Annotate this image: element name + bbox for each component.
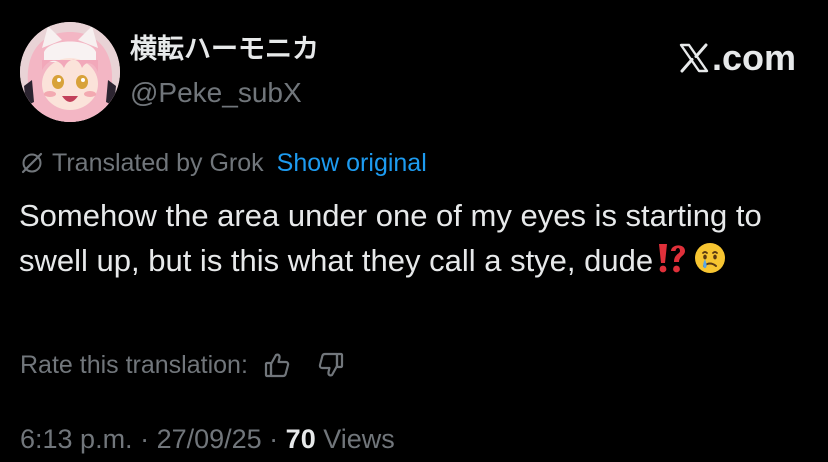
tweet-time[interactable]: 6:13 p.m.: [20, 424, 133, 454]
x-logo-icon: [679, 43, 709, 73]
grok-icon: [21, 152, 43, 174]
brand-watermark: .com: [678, 38, 796, 78]
exclamation-question-mark-icon: [653, 241, 687, 287]
rate-translation-bar: Rate this translation:: [20, 348, 346, 382]
meta-separator: ·: [132, 424, 157, 454]
views-label: Views: [315, 424, 395, 454]
show-original-link[interactable]: Show original: [277, 146, 427, 180]
author-handle[interactable]: @Peke_subX: [130, 76, 302, 110]
thumbs-down-icon: [318, 352, 344, 377]
thumbs-up-button[interactable]: [262, 350, 292, 380]
views-count[interactable]: 70: [286, 424, 316, 454]
face-holding-back-tears-icon: [693, 241, 727, 287]
translated-by-label: Translated by Grok: [52, 149, 264, 177]
avatar-illustration: [20, 22, 120, 122]
thumbs-down-button[interactable]: [316, 350, 346, 380]
translation-bar: Translated by Grok Show original: [20, 146, 427, 180]
thumbs-up-icon: [264, 353, 290, 378]
author-name[interactable]: 横転ハーモニカ: [130, 34, 319, 66]
tweet-date[interactable]: 27/09/25: [157, 424, 262, 454]
rate-translation-label: Rate this translation:: [20, 351, 248, 379]
avatar[interactable]: [20, 22, 120, 122]
tweet-body: Somehow the area under one of my eyes is…: [19, 198, 762, 278]
tweet-text: Somehow the area under one of my eyes is…: [19, 193, 809, 287]
tweet-meta: 6:13 p.m. · 27/09/25 · 70 Views: [20, 422, 395, 456]
meta-separator: ·: [261, 424, 286, 454]
brand-domain: .com: [711, 37, 796, 78]
